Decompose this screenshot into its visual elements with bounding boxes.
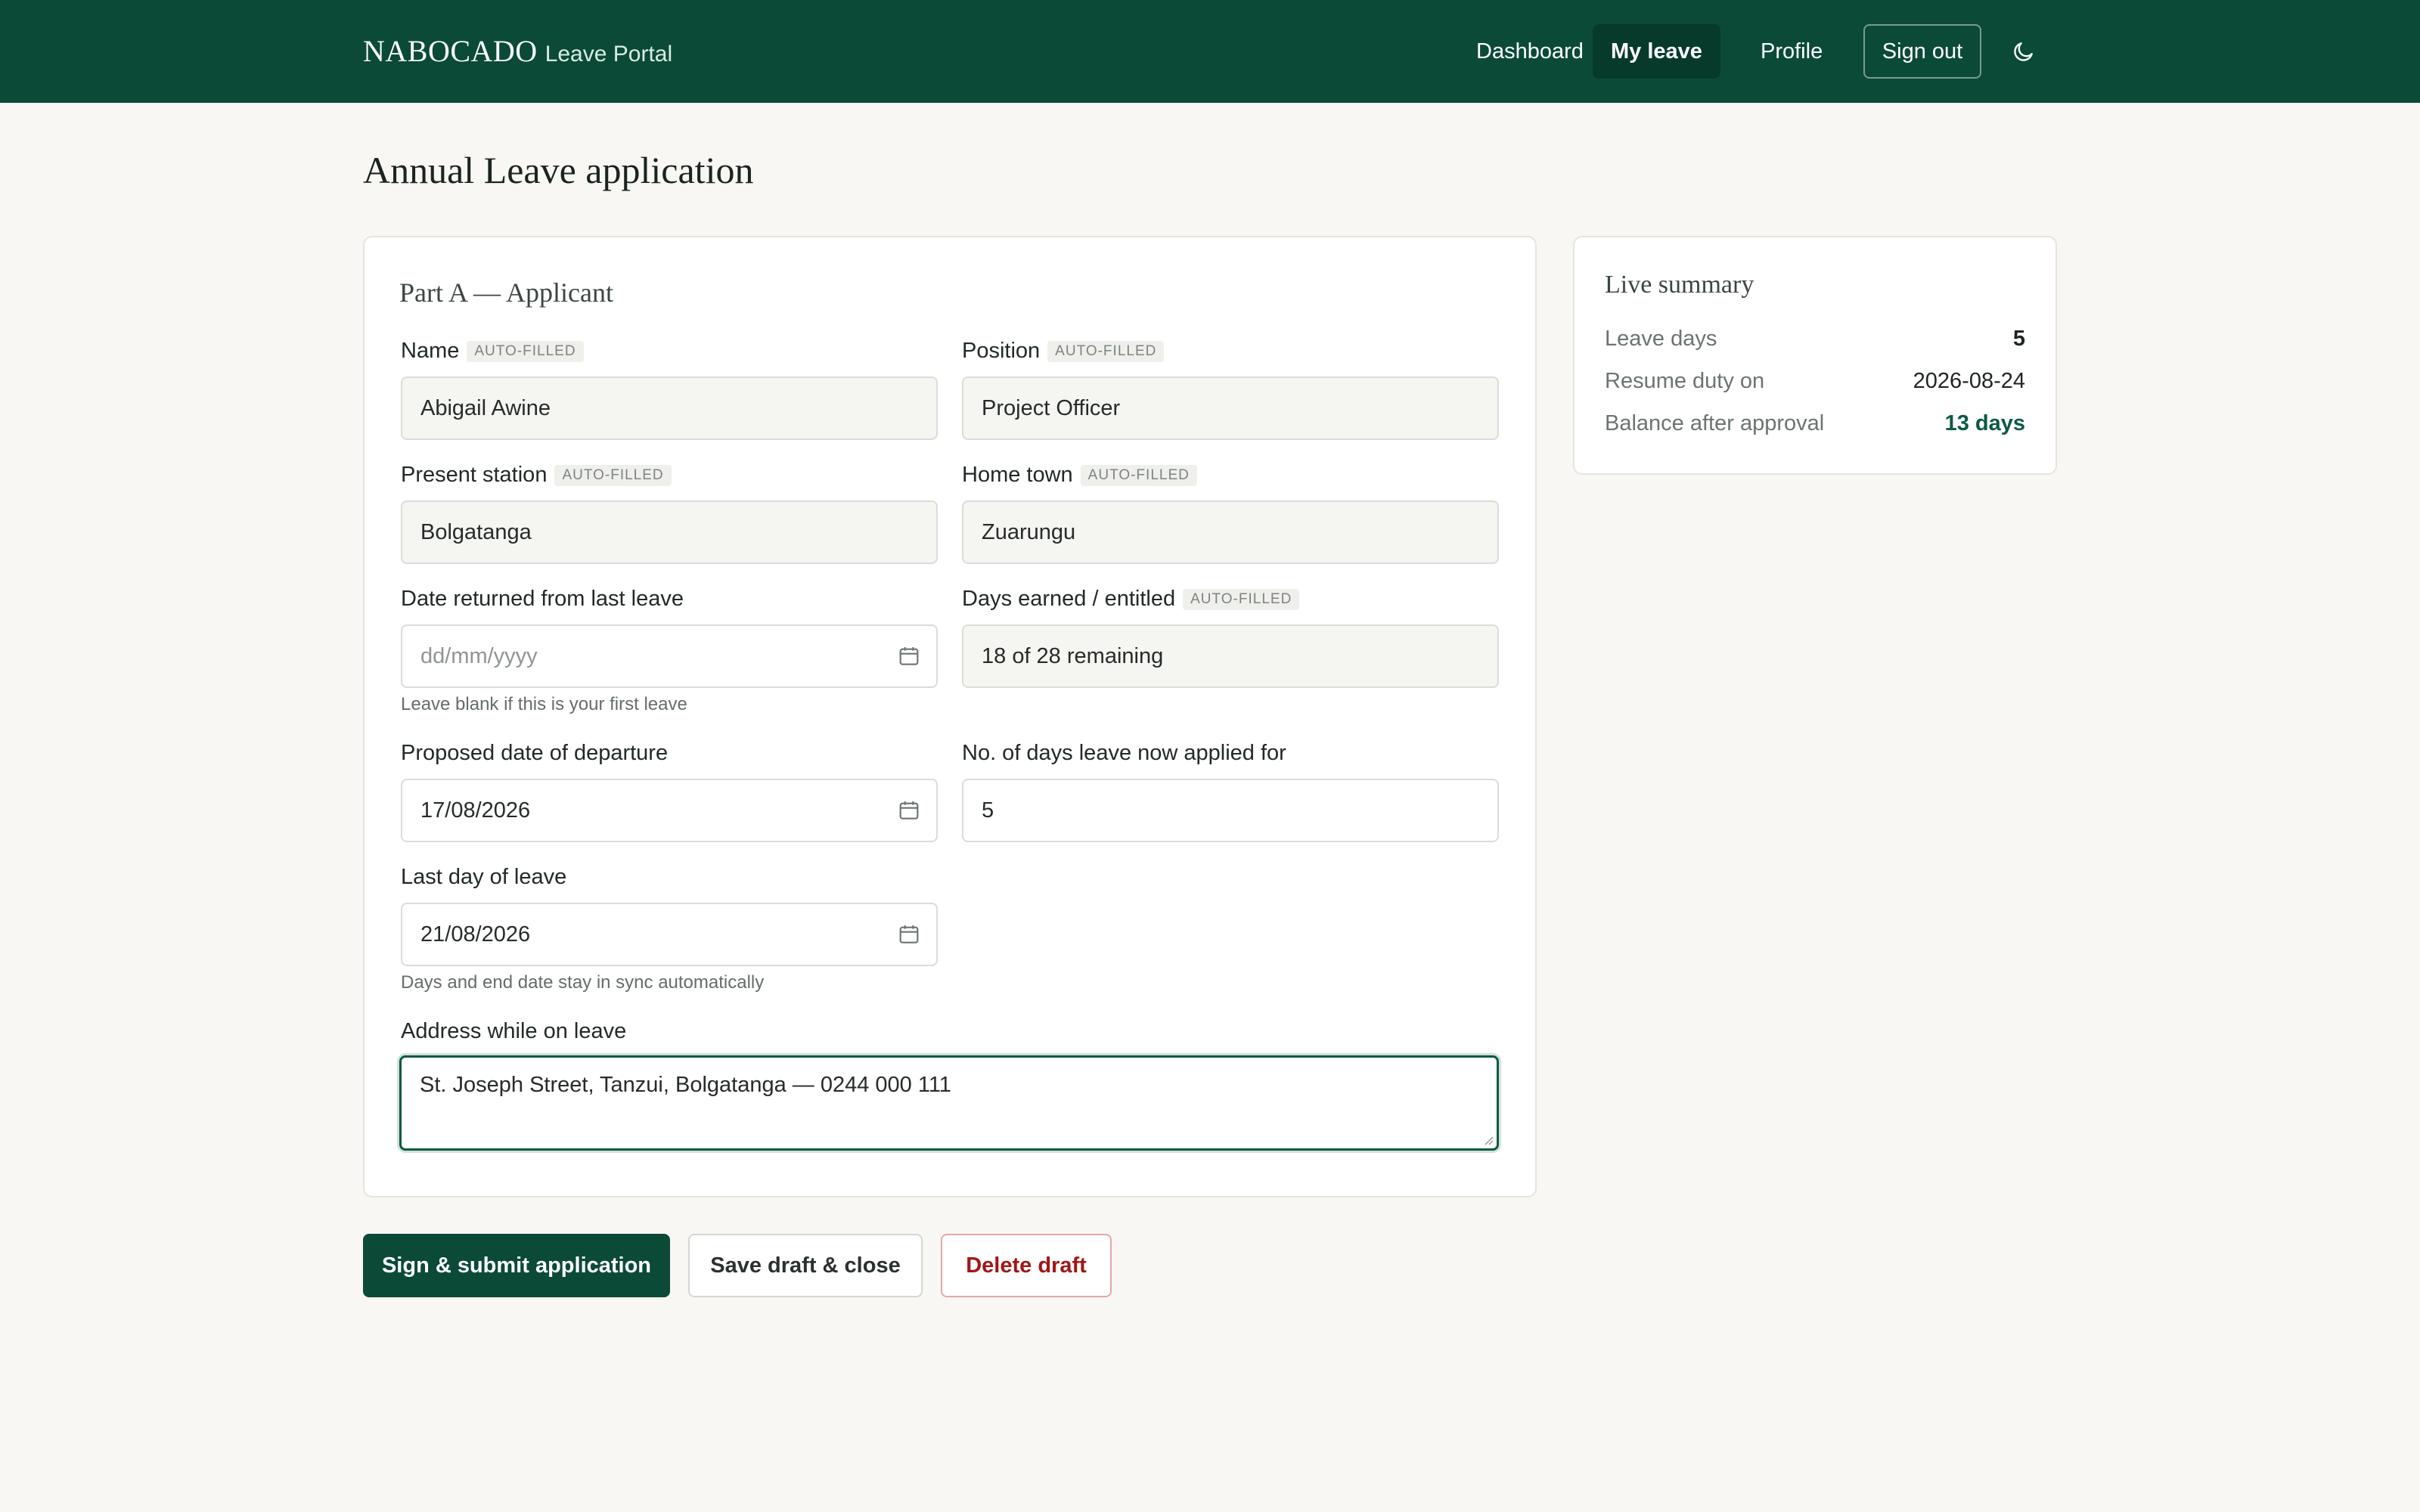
summary-label: Resume duty on <box>1605 369 1765 393</box>
auto-filled-badge: AUTO-FILLED <box>554 464 672 486</box>
date-returned-placeholder: dd/mm/yyyy <box>420 644 538 668</box>
address-label-text: Address while on leave <box>401 1019 627 1043</box>
last-day-label: Last day of leave <box>401 865 566 890</box>
departure-date-input[interactable]: 17/08/2026 <box>401 779 938 842</box>
returned-label: Date returned from last leave <box>401 587 684 612</box>
departure-label-text: Proposed date of departure <box>401 741 669 765</box>
auto-filled-badge: AUTO-FILLED <box>1183 588 1300 610</box>
moon-icon[interactable] <box>2012 39 2036 64</box>
nav-profile[interactable]: Profile <box>1742 24 1841 79</box>
calendar-icon[interactable] <box>897 922 921 947</box>
submit-application-button[interactable]: Sign & submit application <box>363 1234 670 1297</box>
page-title: Annual Leave application <box>363 149 754 191</box>
summary-label: Balance after approval <box>1605 411 1825 435</box>
brand-logo[interactable]: NABOCADO Leave Portal <box>363 33 672 70</box>
address-label: Address while on leave <box>401 1019 626 1044</box>
days-applied-input[interactable]: 5 <box>962 779 1499 842</box>
summary-row-resume: Resume duty on 2026-08-24 <box>1605 369 2025 402</box>
summary-value: 2026-08-24 <box>1913 369 2025 393</box>
summary-label: Leave days <box>1605 327 1717 351</box>
name-field[interactable]: Abigail Awine <box>401 376 938 440</box>
days-earned-field[interactable]: 18 of 28 remaining <box>962 624 1499 688</box>
position-label: Position AUTO-FILLED <box>962 339 1165 364</box>
brand-subtitle: Leave Portal <box>544 42 673 67</box>
summary-value: 13 days <box>1944 411 2025 435</box>
present-station-field[interactable]: Bolgatanga <box>401 500 938 564</box>
top-navigation-bar: NABOCADO Leave Portal Dashboard My leave… <box>0 0 2420 103</box>
summary-row-balance: Balance after approval 13 days <box>1605 411 2025 445</box>
brand-name: NABOCADO <box>363 34 538 68</box>
calendar-icon[interactable] <box>897 644 921 668</box>
days-earned-label: Days earned / entitled AUTO-FILLED <box>962 587 1300 612</box>
summary-row-leave-days: Leave days 5 <box>1605 327 2025 360</box>
sync-hint: Days and end date stay in sync automatic… <box>401 972 765 993</box>
hometown-label: Home town AUTO-FILLED <box>962 463 1197 488</box>
days-applied-label: No. of days leave now applied for <box>962 741 1286 766</box>
summary-title: Live summary <box>1605 271 1754 299</box>
calendar-icon[interactable] <box>897 798 921 823</box>
departure-date-value: 17/08/2026 <box>420 798 531 823</box>
station-label-text: Present station <box>401 463 548 487</box>
nav-my-leave[interactable]: My leave <box>1593 24 1720 79</box>
address-textarea[interactable]: St. Joseph Street, Tanzui, Bolgatanga — … <box>399 1055 1499 1151</box>
last-day-input[interactable]: 21/08/2026 <box>401 903 938 966</box>
returned-label-text: Date returned from last leave <box>401 587 684 611</box>
last-day-value: 21/08/2026 <box>420 922 531 947</box>
date-returned-input[interactable]: dd/mm/yyyy <box>401 624 938 688</box>
last-day-label-text: Last day of leave <box>401 865 567 889</box>
nav-dashboard[interactable]: Dashboard <box>1458 24 1602 79</box>
auto-filled-badge: AUTO-FILLED <box>1047 340 1165 362</box>
days-applied-label-text: No. of days leave now applied for <box>962 741 1286 765</box>
sign-out-button[interactable]: Sign out <box>1863 24 1981 79</box>
name-label-text: Name <box>401 339 460 363</box>
days-earned-label-text: Days earned / entitled <box>962 587 1176 611</box>
summary-value: 5 <box>2012 327 2025 351</box>
address-value: St. Joseph Street, Tanzui, Bolgatanga — … <box>420 1073 951 1097</box>
station-label: Present station AUTO-FILLED <box>401 463 672 488</box>
home-town-field[interactable]: Zuarungu <box>962 500 1499 564</box>
auto-filled-badge: AUTO-FILLED <box>467 340 584 362</box>
delete-draft-button[interactable]: Delete draft <box>941 1234 1112 1297</box>
save-draft-button[interactable]: Save draft & close <box>688 1234 923 1297</box>
auto-filled-badge: AUTO-FILLED <box>1080 464 1197 486</box>
section-title: Part A — Applicant <box>399 277 613 308</box>
hometown-label-text: Home town <box>962 463 1073 487</box>
departure-label: Proposed date of departure <box>401 741 668 766</box>
name-label: Name AUTO-FILLED <box>401 339 584 364</box>
resize-handle-icon[interactable] <box>1483 1135 1494 1145</box>
date-returned-hint: Leave blank if this is your first leave <box>401 694 687 714</box>
position-label-text: Position <box>962 339 1041 363</box>
position-field[interactable]: Project Officer <box>962 376 1499 440</box>
